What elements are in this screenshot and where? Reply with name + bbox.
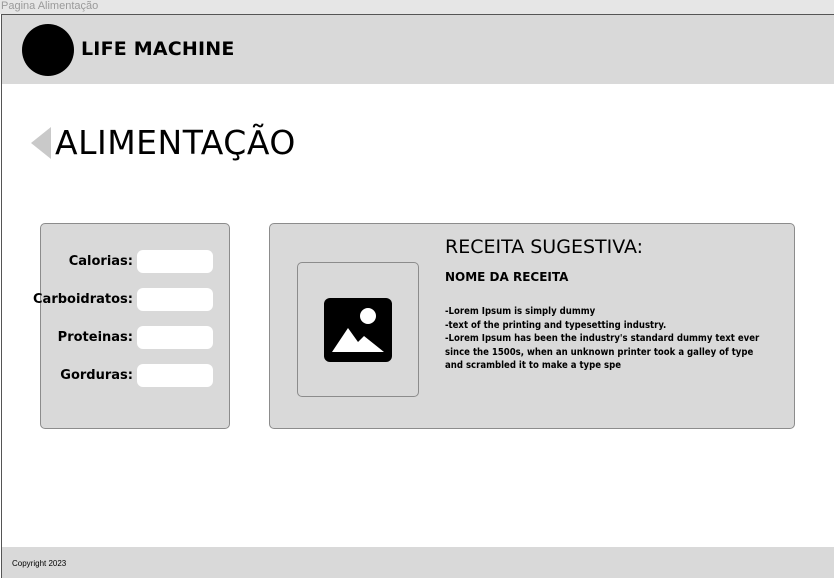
proteins-label: Proteinas:	[57, 330, 133, 345]
fats-row: Gorduras:	[41, 364, 231, 388]
page-frame: LIFE MACHINE ALIMENTAÇÃO Calorias: Carbo…	[1, 14, 834, 578]
carbohydrates-label: Carboidratos:	[33, 292, 133, 307]
page-title: ALIMENTAÇÃO	[55, 123, 296, 162]
recipe-image[interactable]	[297, 262, 419, 397]
fats-label: Gorduras:	[60, 368, 133, 383]
calories-label: Calorias:	[68, 254, 133, 269]
back-arrow-icon[interactable]	[31, 127, 51, 159]
proteins-row: Proteinas:	[41, 326, 231, 350]
recipe-line: -text of the printing and typesetting in…	[445, 319, 667, 331]
carbohydrates-input[interactable]	[137, 288, 213, 311]
recipe-line: -Lorem Ipsum is simply dummy	[445, 306, 596, 317]
window-title: Pagina Alimentação	[0, 0, 834, 14]
fats-input[interactable]	[137, 364, 213, 387]
calories-input[interactable]	[137, 250, 213, 273]
recipe-line: since the 1500s, when an unknown printer…	[445, 346, 754, 358]
nutrients-panel: Calorias: Carboidratos: Proteinas: Gordu…	[33, 223, 231, 429]
logo[interactable]	[22, 24, 74, 76]
recipe-line: -Lorem Ipsum has been the industry's sta…	[445, 333, 760, 344]
recipe-description: -Lorem Ipsum is simply dummy -text of th…	[445, 305, 777, 373]
brand-name: LIFE MACHINE	[81, 38, 235, 60]
recipe-line: and scrambled it to make a type spe	[445, 360, 622, 371]
calories-row: Calorias:	[41, 250, 231, 274]
copyright: Copyright 2023	[12, 559, 67, 568]
recipe-name: NOME DA RECEITA	[445, 270, 569, 284]
image-placeholder-icon	[324, 298, 392, 362]
footer: Copyright 2023	[2, 547, 834, 578]
carbohydrates-row: Carboidratos:	[33, 288, 231, 312]
proteins-input[interactable]	[137, 326, 213, 349]
header: LIFE MACHINE	[2, 15, 834, 84]
recipe-panel: RECEITA SUGESTIVA: NOME DA RECEITA -Lore…	[269, 223, 795, 429]
recipe-heading: RECEITA SUGESTIVA:	[445, 236, 644, 258]
